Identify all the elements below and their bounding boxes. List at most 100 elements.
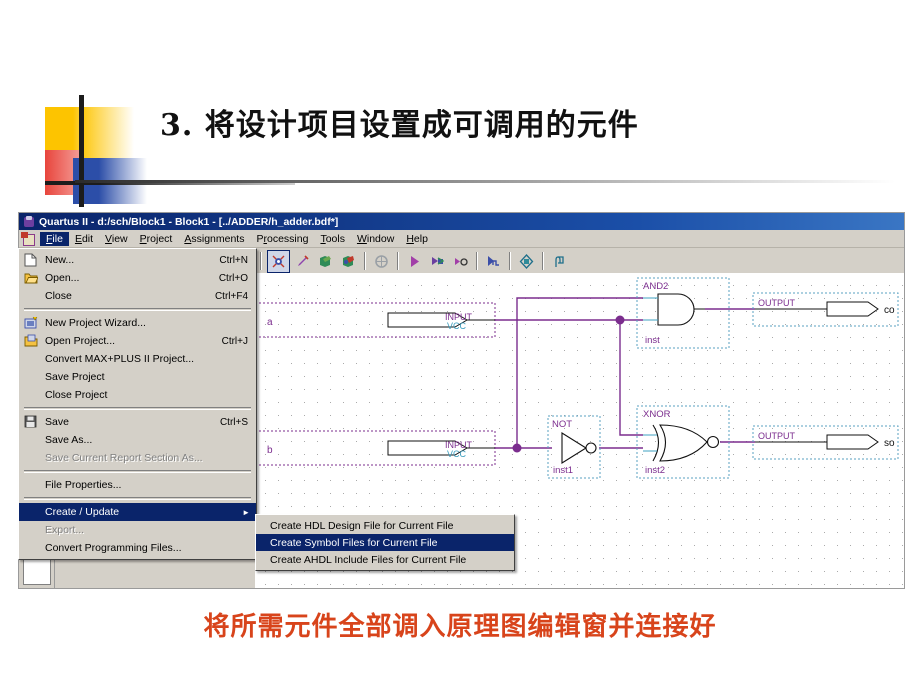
- menu-separator-2: [24, 407, 251, 410]
- input-a-vcc: VCC: [447, 321, 467, 331]
- menu-item-new-label: New...: [45, 254, 75, 266]
- not-type-label: NOT: [552, 419, 572, 430]
- menu-item-save-label: Save: [45, 416, 69, 428]
- output-co-pin-shape: [826, 301, 879, 317]
- save-disk-icon: [24, 415, 39, 429]
- menu-item-save-as[interactable]: Save As...: [19, 431, 256, 449]
- menu-item-convert-maxplus2[interactable]: Convert MAX+PLUS II Project...: [19, 350, 256, 368]
- menu-file[interactable]: File: [40, 231, 69, 246]
- menu-window[interactable]: Window: [351, 232, 400, 246]
- menu-help[interactable]: Help: [400, 232, 434, 246]
- submenu-item-create-symbol-files[interactable]: Create Symbol Files for Current File: [256, 534, 514, 551]
- menu-assignments[interactable]: Assignments: [178, 232, 250, 246]
- menu-item-file-properties-label: File Properties...: [45, 479, 122, 491]
- output-so-label: so: [884, 438, 895, 449]
- menu-tools[interactable]: Tools: [314, 232, 351, 246]
- menu-item-new-accel: Ctrl+N: [219, 254, 248, 266]
- menu-item-create-update-label: Create / Update: [45, 506, 120, 518]
- menu-item-convert-maxplus2-label: Convert MAX+PLUS II Project...: [45, 353, 195, 365]
- output-co-type: OUTPUT: [758, 298, 796, 308]
- new-project-icon: [24, 316, 39, 330]
- timing-analyzer-icon[interactable]: [371, 251, 392, 272]
- document-project-icon: [21, 231, 35, 246]
- compile-design-icon[interactable]: [267, 249, 290, 273]
- menu-item-save-current-report-section-as-label: Save Current Report Section As...: [45, 452, 203, 464]
- open-project-icon: [24, 334, 39, 348]
- logo-vertical-bar: [79, 95, 84, 207]
- menu-project[interactable]: Project: [134, 232, 179, 246]
- menu-item-close-accel: Ctrl+F4: [214, 290, 248, 302]
- create-update-submenu[interactable]: Create HDL Design File for Current File …: [255, 514, 515, 571]
- and2-instance-label: inst: [645, 335, 660, 346]
- menu-item-close-project[interactable]: Close Project: [19, 386, 256, 404]
- menu-item-close-label: Close: [45, 290, 72, 302]
- menu-view[interactable]: View: [99, 232, 134, 246]
- input-b-vcc: VCC: [447, 449, 467, 459]
- toolbar-separator-2: [364, 252, 366, 270]
- wire-junction-a: [615, 315, 625, 325]
- analysis-synthesis-icon[interactable]: [292, 251, 313, 272]
- and2-type-label: AND2: [643, 281, 668, 292]
- submenu-item-create-hdl-design-file-label: Create HDL Design File for Current File: [270, 519, 454, 532]
- output-co-label: co: [884, 305, 895, 316]
- menu-item-export-label: Export...: [45, 524, 85, 536]
- assembler-icon[interactable]: [338, 251, 359, 272]
- menu-item-save-project-label: Save Project: [45, 371, 105, 383]
- quartus-app-icon: [23, 215, 35, 228]
- start-analysis-icon[interactable]: [427, 251, 448, 272]
- menu-separator-4: [24, 497, 251, 500]
- xnor-type-label: XNOR: [643, 409, 671, 420]
- menu-item-save-project[interactable]: Save Project: [19, 368, 256, 386]
- submenu-item-create-symbol-files-label: Create Symbol Files for Current File: [270, 536, 438, 549]
- toolbar-separator-4: [476, 252, 478, 270]
- menu-item-convert-programming-files[interactable]: Convert Programming Files...: [19, 539, 256, 557]
- slide-decorative-logo: [45, 95, 295, 207]
- menu-item-close[interactable]: Close Ctrl+F4: [19, 287, 256, 305]
- menu-item-open-project[interactable]: Open Project... Ctrl+J: [19, 332, 256, 350]
- toolbar-separator-6: [542, 252, 544, 270]
- not-gate-shape: [561, 432, 588, 464]
- submenu-item-create-ahdl-include-files[interactable]: Create AHDL Include Files for Current Fi…: [256, 551, 514, 568]
- menu-item-new[interactable]: New... Ctrl+N: [19, 251, 256, 269]
- submenu-item-create-hdl-design-file[interactable]: Create HDL Design File for Current File: [256, 517, 514, 534]
- open-folder-icon: [24, 271, 39, 285]
- logo-yellow-gradient-block: [79, 107, 134, 162]
- pin-planner-icon[interactable]: [549, 251, 570, 272]
- menu-item-save-current-report-section-as: Save Current Report Section As...: [19, 449, 256, 467]
- programmer-icon[interactable]: [516, 251, 537, 272]
- menu-item-save[interactable]: Save Ctrl+S: [19, 413, 256, 431]
- menu-item-export: Export...: [19, 521, 256, 539]
- wire-net: [495, 297, 755, 449]
- fitter-icon[interactable]: [315, 251, 336, 272]
- stop-processing-icon[interactable]: [450, 251, 471, 272]
- menu-item-convert-programming-files-label: Convert Programming Files...: [45, 542, 182, 554]
- slide-header: 3. 将设计项目设置成可调用的元件: [0, 0, 920, 207]
- xnor-gate-shape: [658, 424, 708, 462]
- menu-file-label: ile: [52, 232, 63, 245]
- menu-item-new-project-wizard-label: New Project Wizard...: [45, 317, 146, 329]
- window-titlebar: Quartus II - d:/sch/Block1 - Block1 - [.…: [19, 213, 904, 230]
- toolbar-separator-5: [509, 252, 511, 270]
- menu-item-close-project-label: Close Project: [45, 389, 108, 401]
- input-a-label: a: [267, 317, 273, 328]
- simulation-icon[interactable]: [483, 251, 504, 272]
- and2-gate-shape: [657, 293, 695, 326]
- menu-item-open-project-label: Open Project...: [45, 335, 116, 347]
- menu-item-create-update[interactable]: Create / Update ►: [19, 503, 256, 521]
- toolbar-separator-3: [397, 252, 399, 270]
- not-bubble: [585, 442, 597, 454]
- menu-item-open[interactable]: Open... Ctrl+O: [19, 269, 256, 287]
- start-compilation-icon[interactable]: [404, 251, 425, 272]
- menu-item-open-project-accel: Ctrl+J: [221, 335, 248, 347]
- menu-item-open-label: Open...: [45, 272, 80, 284]
- menu-edit[interactable]: Edit: [69, 232, 99, 246]
- xnor-instance-label: inst2: [645, 465, 665, 476]
- menu-item-save-accel: Ctrl+S: [219, 416, 248, 428]
- window-title-text: Quartus II - d:/sch/Block1 - Block1 - [.…: [39, 215, 339, 228]
- menu-item-new-project-wizard[interactable]: New Project Wizard...: [19, 314, 256, 332]
- menu-item-file-properties[interactable]: File Properties...: [19, 476, 256, 494]
- submenu-arrow-icon: ►: [242, 507, 250, 517]
- file-menu-dropdown[interactable]: New... Ctrl+N Open... Ctrl+O Close Ctrl+…: [18, 248, 257, 560]
- page-title: 3. 将设计项目设置成可调用的元件: [160, 108, 639, 143]
- menu-processing[interactable]: Processing: [250, 232, 314, 246]
